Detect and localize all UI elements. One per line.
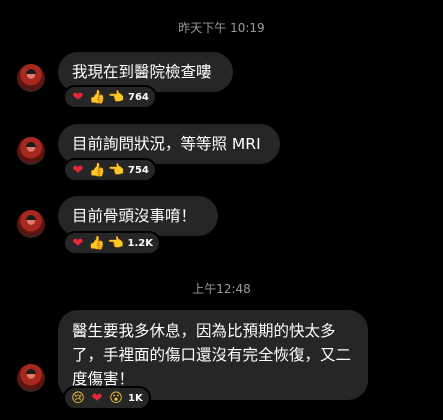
heart-icon: ❤ bbox=[91, 390, 103, 406]
sad-face-icon: 😢 bbox=[71, 390, 85, 406]
message-text: 我現在到醫院檢查嘍 bbox=[72, 63, 212, 81]
avatar[interactable] bbox=[17, 137, 45, 165]
reaction-count: 754 bbox=[128, 164, 149, 176]
thumbs-up-icon: 👍 bbox=[88, 235, 105, 251]
thumbs-up-icon: 👍 bbox=[89, 162, 106, 178]
pointing-left-icon: 👈 bbox=[107, 235, 124, 251]
heart-icon: ❤ bbox=[72, 89, 84, 105]
surprised-face-icon: 😮 bbox=[109, 390, 123, 406]
heart-icon: ❤ bbox=[72, 235, 84, 251]
message-text: 目前骨頭沒事唷！ bbox=[72, 207, 197, 225]
pointing-left-icon: 👈 bbox=[108, 89, 125, 105]
reactions-bar-3[interactable]: ❤ 👍 👈 1.2K bbox=[63, 231, 161, 255]
avatar[interactable] bbox=[17, 364, 45, 392]
heart-icon: ❤ bbox=[72, 162, 84, 178]
reactions-bar-2[interactable]: ❤ 👍 👈 754 bbox=[63, 158, 157, 182]
pointing-left-icon: 👈 bbox=[108, 162, 125, 178]
message-text: 目前詢問狀況，等等照 MRI bbox=[72, 135, 261, 153]
reactions-bar-1[interactable]: ❤ 👍 👈 764 bbox=[63, 85, 157, 109]
reaction-count: 1K bbox=[128, 392, 143, 404]
thumbs-up-icon: 👍 bbox=[89, 89, 106, 105]
reaction-count: 1.2K bbox=[127, 237, 153, 249]
avatar[interactable] bbox=[17, 210, 45, 238]
avatar[interactable] bbox=[17, 64, 45, 92]
reactions-bar-4[interactable]: 😢 ❤ 😮 1K bbox=[63, 386, 151, 410]
reaction-count: 764 bbox=[128, 91, 149, 103]
timestamp-first: 昨天下午 10:19 bbox=[178, 21, 265, 35]
message-text: 醫生要我多休息，因為比預期的快太多了，手裡面的傷口還沒有完全恢復，又二度傷害！ bbox=[72, 322, 352, 388]
timestamp-second: 上午12:48 bbox=[192, 282, 251, 296]
message-bubble-3[interactable]: 目前骨頭沒事唷！ bbox=[58, 196, 218, 236]
